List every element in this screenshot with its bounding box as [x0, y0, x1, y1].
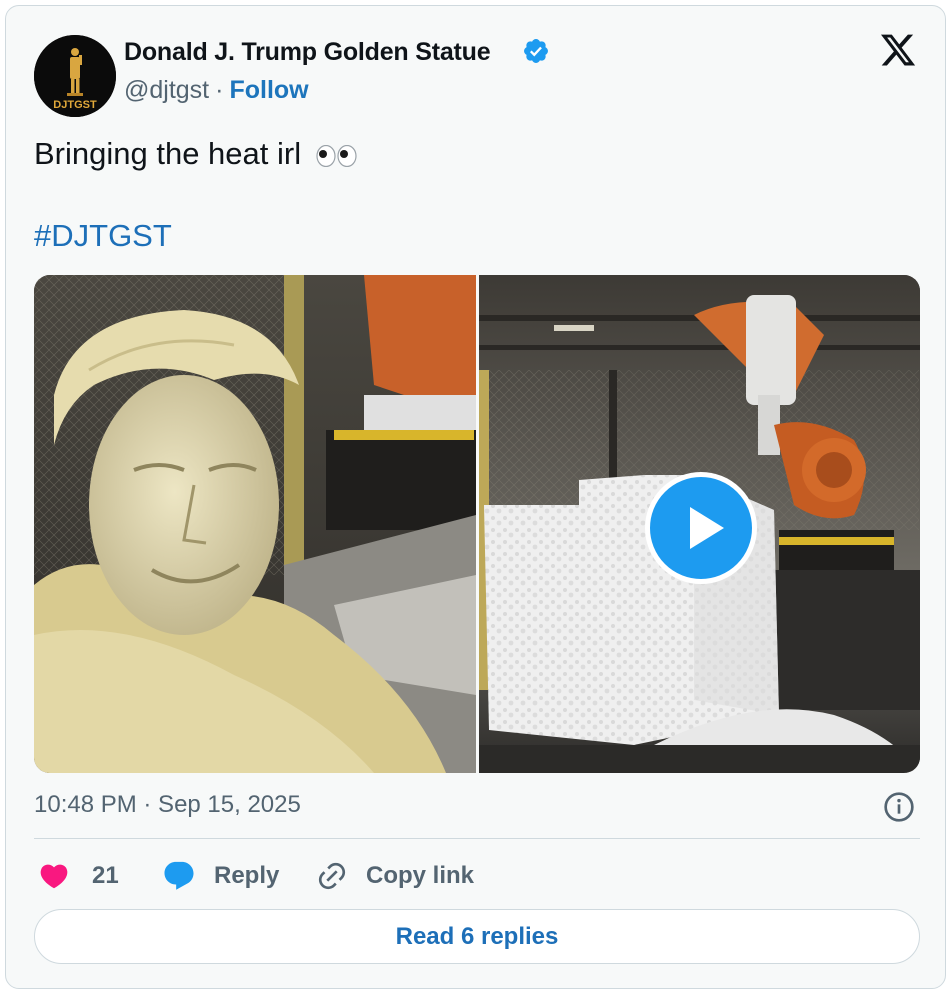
- author-display-name[interactable]: Donald J. Trump Golden Statue: [124, 38, 491, 67]
- read-replies-button[interactable]: Read 6 replies: [34, 909, 920, 964]
- copy-link-label: Copy link: [366, 862, 475, 889]
- reply-label: Reply: [214, 862, 280, 889]
- tweet-card: DJTGST Donald J. Trump Golden Statue @dj…: [5, 5, 946, 989]
- read-replies-label: Read 6 replies: [395, 922, 559, 950]
- follow-button[interactable]: Follow: [229, 76, 308, 104]
- avatar-logo-text: DJTGST: [53, 99, 97, 111]
- link-icon: [318, 862, 346, 890]
- like-count: 21: [92, 862, 119, 889]
- author-handle[interactable]: @djtgst: [124, 76, 209, 104]
- tweet-body: Bringing the heat irl: [34, 136, 302, 171]
- like-button[interactable]: 21: [38, 856, 119, 896]
- x-logo-icon[interactable]: [879, 31, 917, 69]
- verified-badge-icon: [524, 39, 548, 63]
- tweet-timestamp[interactable]: 10:48 PM · Sep 15, 2025: [34, 791, 301, 819]
- info-icon[interactable]: [883, 791, 915, 823]
- heart-icon: [40, 864, 68, 889]
- left-panel-image: [34, 275, 476, 773]
- reply-bubble-icon: [164, 861, 194, 890]
- tweet-text: Bringing the heat irl: [34, 136, 358, 172]
- divider: [34, 838, 920, 839]
- handle-separator: ·: [215, 76, 224, 104]
- eyes-emoji-icon: [316, 144, 357, 167]
- avatar[interactable]: DJTGST: [34, 35, 116, 117]
- play-icon: [690, 507, 724, 549]
- copy-link-button[interactable]: Copy link: [316, 856, 474, 896]
- hashtag-link[interactable]: #DJTGST: [34, 218, 172, 254]
- reply-button[interactable]: Reply: [162, 856, 279, 896]
- author-handle-row: @djtgst · Follow: [124, 76, 309, 105]
- video-media[interactable]: [34, 275, 920, 773]
- play-button[interactable]: [645, 472, 757, 584]
